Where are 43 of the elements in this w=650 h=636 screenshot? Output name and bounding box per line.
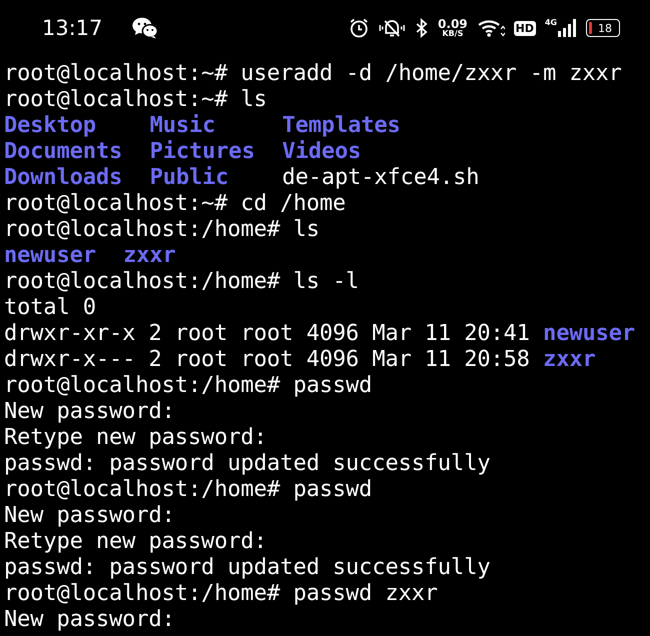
directory-name: Downloads	[4, 165, 122, 190]
chat-bubbles-icon	[132, 17, 158, 39]
directory-name: zxxr	[543, 347, 596, 373]
directory-name: Music	[150, 113, 216, 138]
file-details: drwxr-x--- 2 root root 4096 Mar 11 20:58	[4, 347, 530, 373]
directory-name: Pictures	[150, 139, 255, 164]
clock-time: 13:17	[42, 16, 103, 40]
network-speed: 0.09	[438, 18, 468, 30]
terminal-line: root@localhost:~# useradd -d /home/zxxr -m zxxr	[4, 61, 623, 87]
network-speed-unit: KB/S	[442, 30, 464, 38]
wifi-icon	[476, 18, 505, 38]
terminal-line: New password:	[4, 503, 176, 529]
terminal-line: root@localhost:~# cd /home	[4, 191, 347, 217]
terminal-line: total 0	[4, 295, 98, 321]
alarm-clock-icon	[348, 18, 369, 38]
signal-bars-icon	[557, 18, 577, 38]
directory-name: Public	[150, 165, 229, 190]
hd-badge: HD	[514, 20, 536, 36]
directory-name: Documents	[4, 139, 122, 164]
terminal-line: root@localhost:/home# passwd	[4, 477, 374, 503]
terminal-line: Retype new password:	[4, 425, 268, 451]
terminal-line: root@localhost:/home# passwd zxxr	[4, 581, 439, 607]
terminal-line: root@localhost:/home# ls -l	[4, 269, 360, 295]
directory-name: newuser	[4, 243, 96, 268]
terminal-line: root@localhost:/home# passwd	[4, 373, 374, 399]
terminal-line: root@localhost:~# ls	[4, 87, 268, 113]
directory-name: Videos	[282, 139, 361, 164]
terminal-line: New password:	[4, 399, 176, 425]
terminal-line: New password:	[4, 607, 176, 633]
battery-indicator: 18	[586, 19, 620, 37]
network-type: 4G	[544, 18, 557, 27]
terminal-line: passwd: password updated successfully	[4, 555, 492, 581]
directory-name: zxxr	[123, 243, 176, 268]
directory-name: Templates	[282, 113, 400, 138]
file-name: de-apt-xfce4.sh	[282, 165, 480, 190]
file-details: drwxr-xr-x 2 root root 4096 Mar 11 20:41	[4, 321, 530, 347]
directory-name: newuser	[543, 321, 636, 347]
muted-bell-icon	[378, 18, 406, 38]
bluetooth-icon	[414, 18, 429, 38]
terminal-line: Retype new password:	[4, 529, 268, 555]
directory-name: Desktop	[4, 113, 96, 138]
terminal-line: passwd: password updated successfully	[4, 451, 492, 477]
terminal-line: root@localhost:/home# ls	[4, 217, 320, 243]
